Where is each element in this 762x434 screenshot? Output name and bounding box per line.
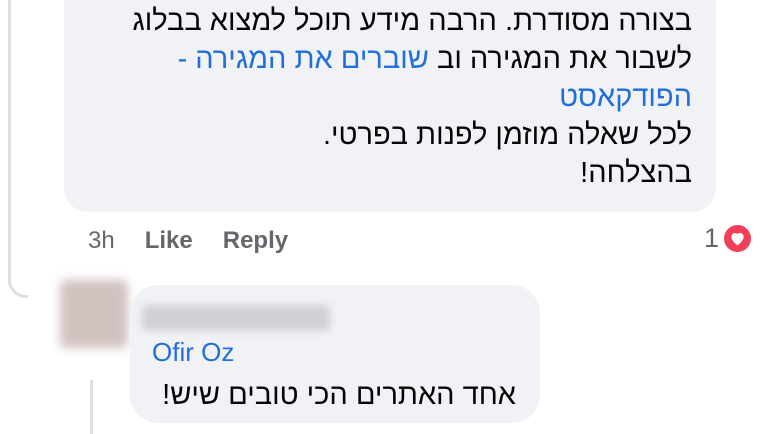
comment-line-1: בצורה מסודרת. הרבה מידע תוכל למצוא בבלוג <box>132 5 692 37</box>
comment-timestamp[interactable]: 3h <box>88 227 115 255</box>
link-podcast[interactable]: שוברים את המגירה - <box>178 43 429 75</box>
thread-connector-line <box>8 0 28 298</box>
comment-line-2-text: לשבור את המגירה וב <box>436 43 692 75</box>
reply-thread-line <box>90 380 93 434</box>
reply-bubble: Ofir Oz אחד האתרים הכי טובים שיש! <box>130 285 540 423</box>
reply-text: אחד האתרים הכי טובים שיש! <box>162 379 516 411</box>
blurred-author-name[interactable] <box>142 305 330 331</box>
comment-line-4: לכל שאלה מוזמן לפנות בפרטי. <box>322 119 692 151</box>
tagged-user-link[interactable]: Ofir Oz <box>152 337 234 368</box>
comment-meta: 3h Like Reply <box>88 224 288 258</box>
heart-icon <box>722 223 754 254</box>
link-podcast-continued[interactable]: הפודקאסט <box>559 81 692 113</box>
comment-bubble: בצורה מסודרת. הרבה מידע תוכל למצוא בבלוג… <box>64 0 716 212</box>
comment-line-2: לשבור את המגירה וב שוברים את המגירה - <box>88 40 692 78</box>
comment-line-5: בהצלחה! <box>580 157 692 189</box>
avatar[interactable] <box>60 280 128 348</box>
reaction-summary[interactable]: 1 <box>704 223 754 254</box>
like-button[interactable]: Like <box>145 227 193 255</box>
comment-line-3: הפודקאסט <box>88 78 692 116</box>
reply-button[interactable]: Reply <box>223 227 288 255</box>
reaction-count: 1 <box>704 223 720 253</box>
